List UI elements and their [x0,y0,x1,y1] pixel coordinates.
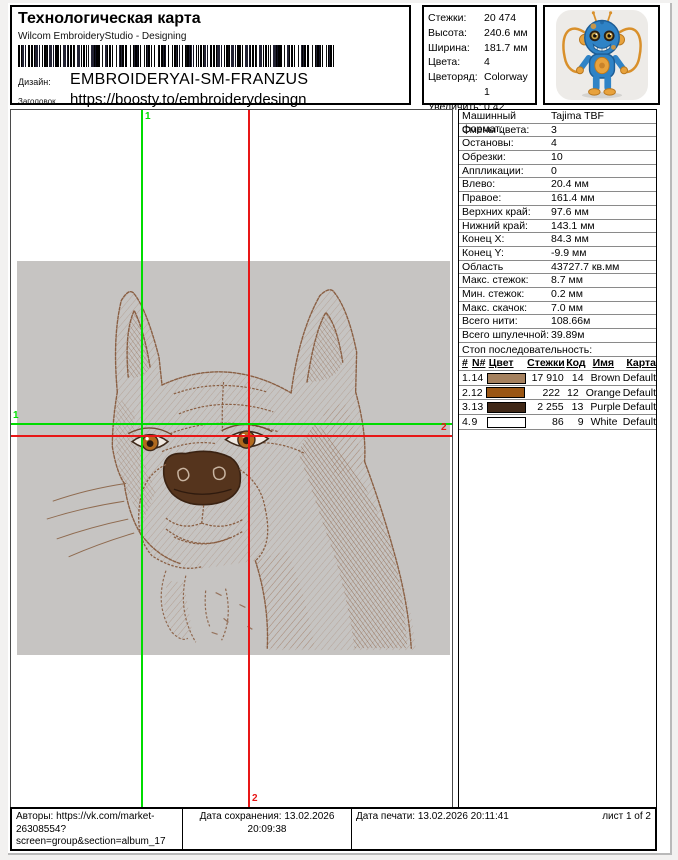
footer-box: Авторы: https://vk.com/market-26308554?s… [10,807,657,851]
thread-color-swatch [486,387,525,398]
guide-1-left-label: 1 [13,411,19,421]
machine-row: Верхних край:97.6 мм [459,206,656,220]
stop-sequence-row: 3. 13 2 255 13 Purple Default [459,400,656,415]
authors-text: Авторы: https://vk.com/market-26308554?s… [12,809,182,849]
thread-color-swatch [487,373,526,384]
hoop-background [17,261,450,655]
robot-mascot-image [554,9,650,101]
heading-label: Заголовок [18,97,56,106]
printed-date: Дата печати: 13.02.2026 20:11:41 [356,811,509,847]
sheet-number: лист 1 of 2 [602,811,651,847]
guide-line-1-horizontal [11,423,452,425]
guide-line-2-horizontal [11,435,452,437]
summary-row: Ширина:181.7 мм [428,41,535,56]
summary-row: Высота:240.6 мм [428,26,535,41]
machine-row: Всего шпулечной:39.89м [459,329,656,343]
summary-box: Стежки:20 474 Высота:240.6 мм Ширина:181… [422,5,537,105]
thread-color-swatch [487,402,526,413]
machine-row: Остановы:4 [459,137,656,151]
heading-url: https://boosty.to/embroiderydesingn [70,91,307,108]
machine-row: Конец X:84.3 мм [459,233,656,247]
software-name: Wilcom EmbroideryStudio - Designing [18,31,186,42]
header-box: Технологическая карта Wilcom EmbroideryS… [10,5,411,105]
machine-row: Область43727.7 кв.мм [459,261,656,275]
guide-line-2-vertical [248,110,250,807]
saved-date: Дата сохранения: 13.02.2026 20:09:38 [182,809,352,849]
worksheet-page: Технологическая карта Wilcom EmbroideryS… [0,0,678,860]
summary-row: Стежки:20 474 [428,11,535,26]
guide-2-right-label: 2 [441,423,447,433]
machine-row: Обрезки:10 [459,151,656,165]
page-title: Технологическая карта [18,10,201,28]
machine-row: Нижний край:143.1 мм [459,220,656,234]
machine-row: Аппликации:0 [459,165,656,179]
barcode [18,45,334,67]
machine-row: Мин. стежок:0.2 мм [459,288,656,302]
mascot-box [543,5,660,105]
machine-row: Макс. стежок:8.7 мм [459,274,656,288]
stop-sequence-row: 2. 12 222 12 Orange Default [459,386,656,401]
stop-sequence-row: 4. 9 86 9 White Default [459,415,656,430]
french-bulldog-embroidery [17,261,450,655]
machine-row: Конец Y:-9.9 мм [459,247,656,261]
machine-row: Макс. скачок:7.0 мм [459,302,656,316]
machine-row: Влево:20.4 мм [459,178,656,192]
stop-sequence-row: 1. 14 17 910 14 Brown Default [459,371,656,386]
stop-sequence-title: Стоп последовательность: [459,343,656,357]
machine-row: Всего нити:108.66м [459,315,656,329]
summary-row: Цветоряд:Colorway 1 [428,70,535,100]
machine-row: Смены цвета:3 [459,124,656,138]
machine-info-panel: Машинный формат:Tajima TBF Смены цвета:3… [458,109,657,813]
design-preview-area: 1 1 2 2 [10,109,453,808]
design-label: Дизайн: [18,77,51,87]
design-name: EMBROIDERYAI-SM-FRANZUS [70,71,308,89]
machine-row: Машинный формат:Tajima TBF [459,110,656,124]
guide-1-top-label: 1 [145,112,151,122]
thread-color-swatch [487,417,526,428]
machine-row: Правое:161.4 мм [459,192,656,206]
stop-sequence-header: # N# Цвет Стежки Код Имя Карта [459,357,656,372]
guide-2-bottom-label: 2 [252,794,258,804]
print-info: Дата печати: 13.02.2026 20:11:41 лист 1 … [352,809,655,849]
guide-line-1-vertical [141,110,143,807]
summary-row: Цвета:4 [428,55,535,70]
